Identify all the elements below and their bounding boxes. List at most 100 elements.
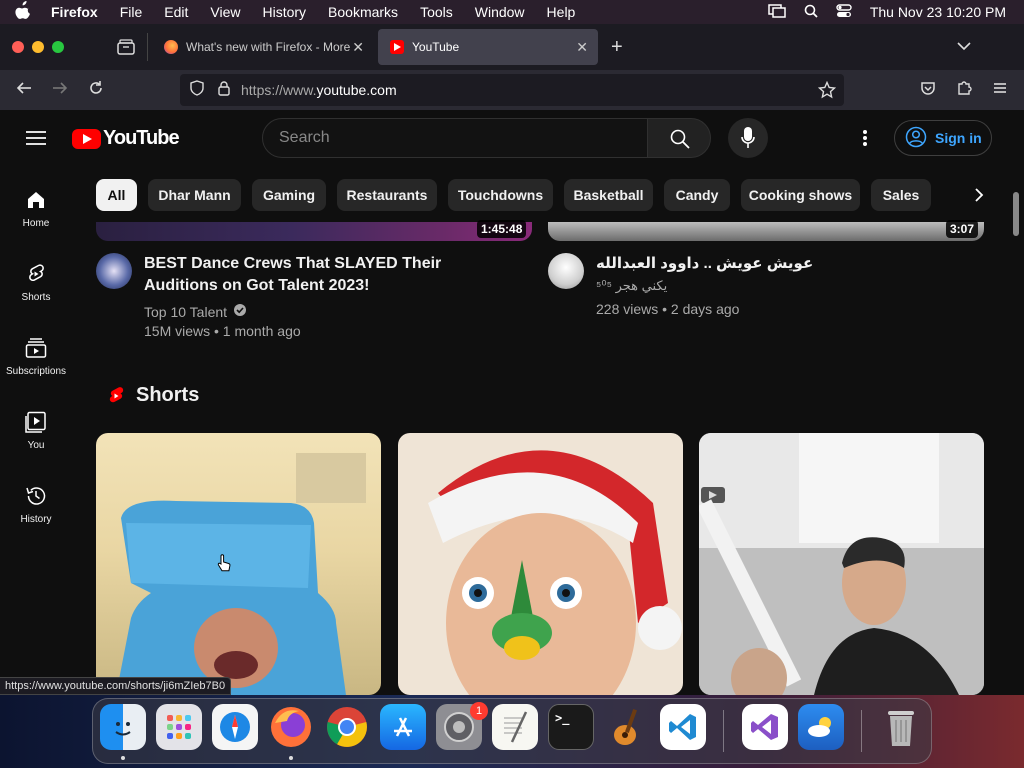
search-placeholder: Search	[279, 129, 330, 146]
apple-menu-icon[interactable]	[15, 0, 35, 24]
screen-mirroring-icon[interactable]	[768, 3, 786, 21]
spotlight-search-icon[interactable]	[804, 4, 818, 21]
video-thumbnail[interactable]	[96, 222, 532, 241]
sidebar-item-history[interactable]: History	[0, 484, 72, 525]
tab-youtube[interactable]: YouTube ✕	[378, 29, 598, 65]
menu-view[interactable]: View	[210, 4, 240, 20]
short-thumbnail	[116, 453, 366, 695]
link-status-url: https://www.youtube.com/shorts/ji6mZIeb7…	[0, 677, 232, 695]
chip-dhar-mann[interactable]: Dhar Mann	[148, 179, 241, 211]
chip-basketball[interactable]: Basketball	[564, 179, 653, 211]
terminal-icon[interactable]: >_	[548, 704, 594, 750]
forward-icon[interactable]	[49, 79, 71, 102]
short-video-card[interactable]	[398, 433, 683, 695]
sign-in-button[interactable]: Sign in	[894, 120, 992, 156]
search-input[interactable]: Search	[262, 118, 648, 158]
chip-gaming[interactable]: Gaming	[252, 179, 326, 211]
menu-file[interactable]: File	[120, 4, 143, 20]
menu-edit[interactable]: Edit	[164, 4, 188, 20]
youtube-logo[interactable]: YouTube	[72, 127, 180, 150]
tab-firefox-whats-new[interactable]: What's new with Firefox - More ✕	[152, 29, 374, 65]
reload-icon[interactable]	[85, 79, 107, 102]
window-close-button[interactable]	[12, 41, 24, 53]
guide-menu-icon[interactable]	[26, 130, 46, 151]
sidebar-item-shorts[interactable]: Shorts	[0, 262, 72, 303]
video-thumbnail[interactable]	[548, 222, 984, 241]
voice-search-button[interactable]	[728, 118, 768, 158]
bookmark-star-icon[interactable]	[817, 80, 837, 104]
page-scrollbar-thumb[interactable]	[1013, 192, 1019, 236]
chip-candy[interactable]: Candy	[664, 179, 730, 211]
finder-icon[interactable]	[100, 704, 146, 750]
launchpad-icon[interactable]	[156, 704, 202, 750]
running-app-indicator	[121, 756, 125, 760]
close-tab-icon[interactable]: ✕	[576, 39, 588, 56]
video-duration-badge: 3:07	[946, 220, 979, 238]
close-tab-icon[interactable]: ✕	[352, 39, 364, 56]
chips-next-arrow-icon[interactable]	[973, 187, 985, 208]
shorts-heading: Shorts	[136, 384, 200, 406]
sidebar-item-label: Shorts	[21, 292, 51, 303]
sidebar-item-subscriptions[interactable]: Subscriptions	[0, 336, 72, 377]
extensions-puzzle-icon[interactable]	[953, 79, 975, 102]
lock-icon[interactable]	[217, 80, 231, 101]
video-title[interactable]: BEST Dance Crews That SLAYED Their Audit…	[144, 253, 514, 297]
textedit-icon[interactable]	[492, 704, 538, 750]
visual-studio-icon[interactable]	[742, 704, 788, 750]
pocket-icon[interactable]	[917, 79, 939, 102]
channel-name[interactable]: يكني هجر ⁵⁰⁵	[596, 278, 667, 294]
garageband-icon[interactable]	[604, 704, 650, 750]
sidebar-item-home[interactable]: Home	[0, 188, 72, 229]
subscriptions-icon	[24, 336, 48, 360]
firefox-dock-icon[interactable]	[268, 704, 314, 750]
visual-studio-code-icon[interactable]	[660, 704, 706, 750]
menu-bookmarks[interactable]: Bookmarks	[328, 4, 398, 20]
safari-icon[interactable]	[212, 704, 258, 750]
sidebar-item-label: Subscriptions	[5, 366, 67, 377]
firefox-view-icon[interactable]	[116, 38, 136, 61]
menubar-clock[interactable]: Thu Nov 23 10:20 PM	[870, 4, 1006, 20]
chip-sales[interactable]: Sales	[871, 179, 931, 211]
app-menu-hamburger-icon[interactable]	[989, 79, 1011, 100]
tracking-protection-shield-icon[interactable]	[189, 79, 205, 101]
notification-badge: 1	[470, 702, 488, 720]
weather-icon[interactable]	[798, 704, 844, 750]
sidebar-item-you[interactable]: You	[0, 410, 72, 451]
youtube-favicon-icon	[390, 40, 404, 54]
short-thumbnail	[699, 433, 984, 695]
menu-help[interactable]: Help	[547, 4, 576, 20]
video-channel[interactable]: Top 10 Talent	[144, 303, 247, 320]
url-bar[interactable]: https://www. youtube.com	[180, 74, 844, 106]
menu-app-name[interactable]: Firefox	[51, 4, 98, 20]
trash-icon[interactable]	[878, 704, 924, 750]
search-button[interactable]	[647, 118, 711, 158]
chip-restaurants[interactable]: Restaurants	[337, 179, 437, 211]
settings-more-icon[interactable]	[862, 129, 868, 152]
menu-history[interactable]: History	[262, 4, 306, 20]
chip-all[interactable]: All	[96, 179, 137, 211]
back-icon[interactable]	[13, 79, 35, 102]
control-center-icon[interactable]	[836, 3, 852, 21]
new-tab-icon[interactable]: +	[611, 36, 623, 59]
window-zoom-button[interactable]	[52, 41, 64, 53]
channel-name[interactable]: Top 10 Talent	[144, 304, 227, 320]
menu-tools[interactable]: Tools	[420, 4, 453, 20]
url-prefix: https://www.	[241, 82, 317, 98]
video-title[interactable]: عويش عويش .. داوود العبدالله	[596, 253, 986, 275]
channel-avatar[interactable]	[96, 253, 132, 289]
list-all-tabs-icon[interactable]	[956, 38, 972, 59]
tab-title: What's new with Firefox - More	[186, 40, 351, 54]
youtube-play-logo-icon	[72, 128, 101, 149]
menu-window[interactable]: Window	[475, 4, 525, 20]
short-video-card[interactable]	[699, 433, 984, 695]
chrome-icon[interactable]	[324, 704, 370, 750]
navigation-toolbar: https://www. youtube.com	[0, 70, 1024, 110]
chip-cooking-shows[interactable]: Cooking shows	[741, 179, 860, 211]
short-video-card[interactable]	[96, 433, 381, 695]
sidebar-item-label: Home	[22, 218, 50, 229]
channel-avatar[interactable]	[548, 253, 584, 289]
app-store-icon[interactable]	[380, 704, 426, 750]
window-minimize-button[interactable]	[32, 41, 44, 53]
account-circle-icon	[905, 126, 927, 151]
chip-touchdowns[interactable]: Touchdowns	[448, 179, 553, 211]
